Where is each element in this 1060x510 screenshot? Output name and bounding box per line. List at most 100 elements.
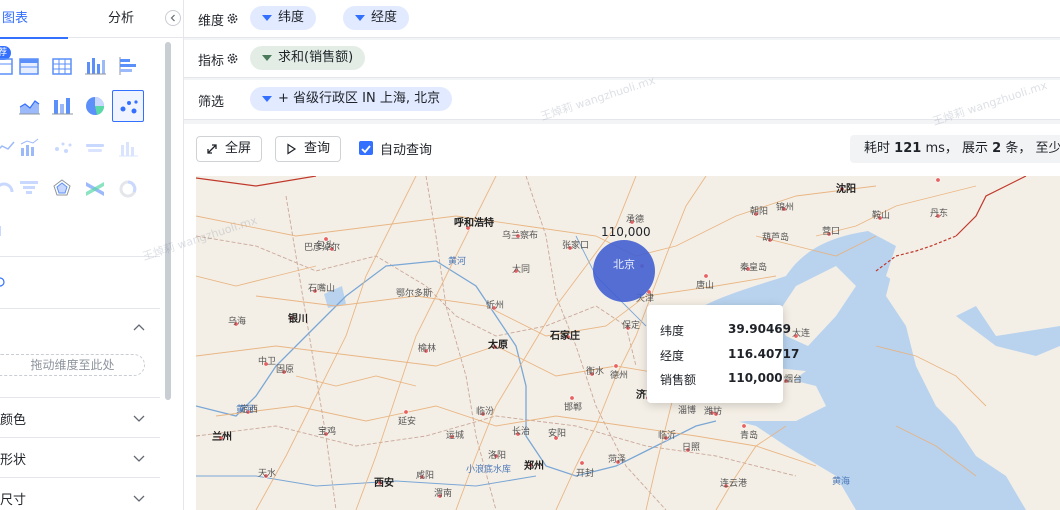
city-label: 忻州 <box>486 301 505 311</box>
city-label: 青岛 <box>740 431 759 441</box>
chevron-up-icon[interactable] <box>132 322 146 332</box>
city-label: 鞍山 <box>872 211 891 221</box>
city-label: 巴彦淖尔 <box>304 243 341 253</box>
dimension-pill-longitude[interactable]: 经度 <box>343 6 410 30</box>
crosstab-chart-icon[interactable] <box>13 50 45 82</box>
property-shape[interactable]: 形状 <box>0 437 160 477</box>
city-label: 兰州 <box>212 432 232 443</box>
pill-text: 求和(销售额) <box>278 50 354 65</box>
column-chart-icon[interactable] <box>46 90 78 122</box>
city-label: 临沂 <box>658 431 677 441</box>
dimension-row: 维度 纬度 经度 <box>184 0 1060 38</box>
fullscreen-label: 全屏 <box>225 141 252 156</box>
map-view[interactable]: 呼和浩特 石家庄 太原 银川 兰州 西安 郑州 济南 沈阳 天津 张家口 包头 … <box>196 176 1060 510</box>
city-label: 丹东 <box>930 209 949 219</box>
caret-down-icon <box>262 15 272 21</box>
city-label: 秦皇岛 <box>740 263 768 273</box>
pie-chart-icon[interactable] <box>79 90 111 122</box>
city-label: 临汾 <box>476 407 495 417</box>
city-label: 菏泽 <box>608 455 627 465</box>
city-label: 太原 <box>488 340 508 351</box>
tooltip-value: 110,000 <box>728 371 783 385</box>
gear-icon[interactable] <box>226 52 239 65</box>
query-button[interactable]: 查询 <box>275 136 342 162</box>
city-label: 鄂尔多斯 <box>396 289 433 299</box>
scatter-chart-icon[interactable] <box>112 90 144 122</box>
stats-prefix: 耗时 <box>864 141 891 156</box>
bubble-chart-icon[interactable] <box>46 132 78 164</box>
chevron-down-icon <box>133 455 145 462</box>
city-label: 榆林 <box>418 344 437 354</box>
panel-tabs: 图表 分析 <box>0 0 184 39</box>
combo-chart-icon[interactable] <box>13 132 45 164</box>
pill-text: 经度 <box>371 10 398 25</box>
city-label: 乌海 <box>228 317 247 327</box>
city-label: 郑州 <box>524 461 544 472</box>
auto-query-checkbox[interactable] <box>359 141 373 155</box>
tooltip-row: 纬度 39.90469 <box>660 322 791 339</box>
stacked-bar-icon[interactable] <box>112 132 144 164</box>
city-label: 乌兰察布 <box>502 231 539 241</box>
property-color[interactable]: 颜色 <box>0 397 160 437</box>
city-label: 宝鸡 <box>318 427 337 437</box>
city-label: 延安 <box>398 417 417 427</box>
city-label: 锦州 <box>776 203 795 213</box>
city-label: 保定 <box>622 321 641 331</box>
city-label: 运城 <box>446 431 465 441</box>
sankey-chart-icon[interactable] <box>79 172 111 204</box>
city-label: 北京 <box>613 258 635 271</box>
city-label: 淄博 <box>678 406 697 416</box>
metric-pill-sales[interactable]: 求和(销售额) <box>250 46 366 70</box>
radar-chart-icon[interactable] <box>46 172 78 204</box>
river-label: 黄河 <box>236 405 255 415</box>
city-label: 天水 <box>258 469 277 479</box>
word-cloud-icon[interactable] <box>79 132 111 164</box>
city-label: 朝阳 <box>750 207 769 217</box>
tooltip-value: 39.90469 <box>728 322 792 336</box>
bar-chart-icon[interactable] <box>79 50 111 82</box>
metric-row: 指标 求和(销售额) <box>184 40 1060 78</box>
tab-chart[interactable]: 图表 <box>0 0 68 39</box>
bubble-value-label: 110,000 <box>601 225 651 239</box>
funnel-chart-icon[interactable] <box>13 172 45 204</box>
city-label: 银川 <box>288 314 308 325</box>
city-label: 衡水 <box>586 367 605 377</box>
city-label: 呼和浩特 <box>454 218 494 229</box>
map-pin-icon <box>0 277 5 287</box>
dimension-pill-latitude[interactable]: 纬度 <box>250 6 317 30</box>
stats-time: 121 <box>894 141 922 156</box>
city-label: 德州 <box>610 371 629 381</box>
river-label: 黄河 <box>448 257 467 267</box>
divider <box>0 256 160 257</box>
tooltip-label: 经度 <box>660 349 685 363</box>
city-label: 石家庄 <box>550 331 580 342</box>
property-label: 形状 <box>0 453 27 468</box>
sea-label: 黄海 <box>832 477 851 487</box>
progress-ring-icon[interactable] <box>112 172 144 204</box>
city-label: 固原 <box>276 365 295 375</box>
chevron-left-icon <box>170 14 175 22</box>
panel-scrollbar[interactable] <box>165 42 171 400</box>
collapse-panel-button[interactable] <box>165 10 181 26</box>
gear-icon[interactable] <box>226 12 239 25</box>
stats-show: 展示 <box>962 141 989 156</box>
map-chart-icon[interactable] <box>0 214 20 246</box>
horizontal-bar-icon[interactable] <box>112 50 144 82</box>
city-label: 烟台 <box>784 375 803 385</box>
dimension-dropzone[interactable]: 拖动维度至此处 <box>0 354 145 376</box>
city-label: 咸阳 <box>416 471 435 481</box>
property-label: 颜色 <box>0 413 27 428</box>
city-label: 中卫 <box>258 357 277 367</box>
tooltip-label: 纬度 <box>660 324 685 338</box>
query-stats: 耗时 121 ms， 展示 2 条， 至少 2 <box>850 135 1060 163</box>
tab-analysis[interactable]: 分析 <box>108 0 134 38</box>
area-chart-icon[interactable] <box>13 90 45 122</box>
city-label: 葫芦岛 <box>762 233 790 243</box>
city-label: 大连 <box>792 329 811 339</box>
detail-table-icon[interactable] <box>46 50 78 82</box>
fullscreen-button[interactable]: 全屏 <box>196 136 263 162</box>
property-size[interactable]: 尺寸 <box>0 477 160 510</box>
bi-workbench: 图表 分析 荐 拖动维度至此处 颜色 形状 尺寸 维度 纬度 经度 指标 求和(… <box>0 0 1060 510</box>
filter-pill-province[interactable]: + 省级行政区 IN 上海, 北京 <box>250 87 453 111</box>
city-label: 西安 <box>374 478 394 489</box>
